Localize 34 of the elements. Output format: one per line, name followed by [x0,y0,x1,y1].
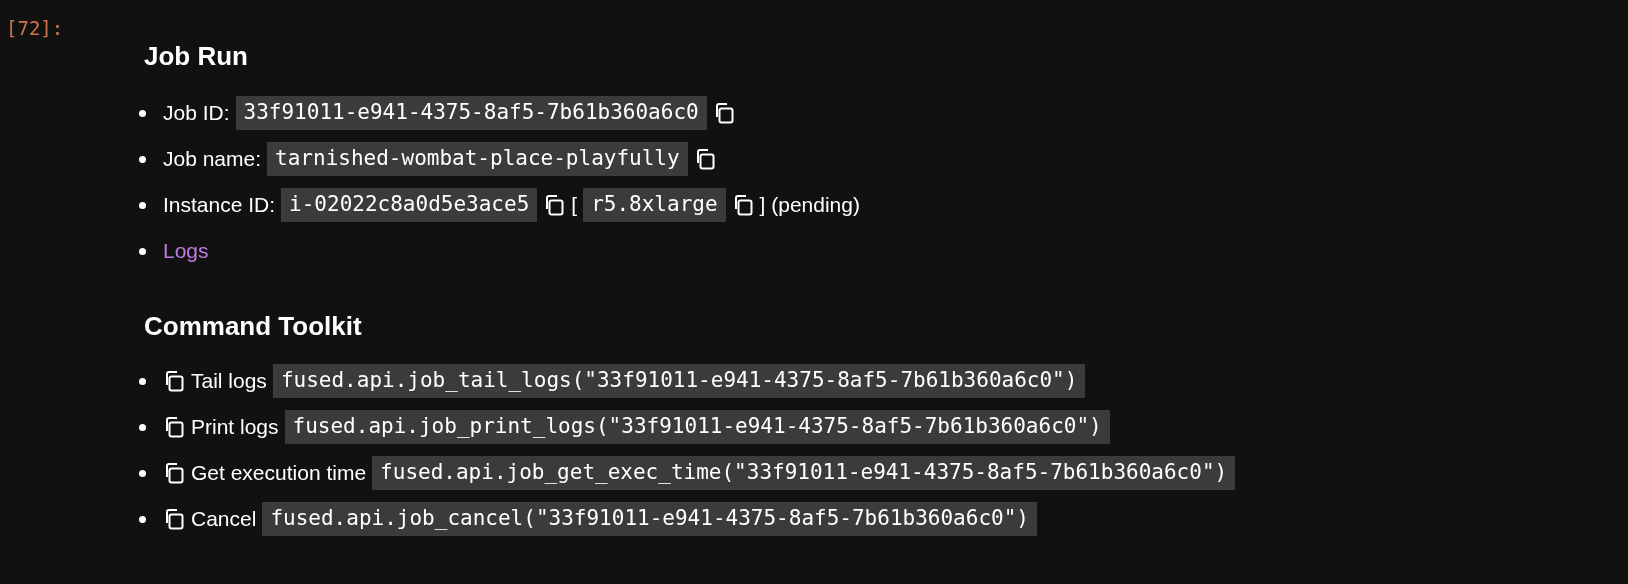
code-snippet: fused.api.job_cancel("33f91011-e941-4375-8af5-7b61b360a6c0") [262,502,1037,536]
bullet-icon [139,469,146,477]
code-snippet: 33f91011-e941-4375-8af5-7b61b360a6c0 [235,96,707,130]
bullet-icon [139,247,146,255]
bullet-icon [139,109,146,117]
command-label: Tail logs [191,368,267,395]
bullet-icon [139,515,146,523]
command-label: Cancel [191,506,257,533]
logs-link[interactable]: Logs [163,235,209,267]
section-title: Command Toolkit [144,310,363,343]
label-text: ] (pending) [759,192,860,219]
bullet-icon [139,377,146,385]
bullet-icon [139,155,146,163]
command-label: Get execution time [191,460,367,487]
cell-prompt: [72]: [6,17,64,39]
copy-icon[interactable] [163,462,185,484]
command-label: Print logs [191,414,279,441]
copy-icon[interactable] [163,508,185,530]
code-snippet: r5.8xlarge [583,188,726,222]
label-text: Instance ID: [163,192,276,219]
code-snippet: fused.api.job_print_logs("33f91011-e941-4375-8af5-7b61b360a6c0") [284,410,1110,444]
label-text: [ [571,192,578,219]
copy-icon[interactable] [543,194,566,216]
copy-icon[interactable] [163,370,185,392]
code-snippet: fused.api.job_tail_logs("33f91011-e941-4375-8af5-7b61b360a6c0") [272,364,1086,398]
copy-icon[interactable] [163,416,185,438]
bullet-icon [139,423,146,431]
code-snippet: tarnished-wombat-place-playfully [267,142,688,176]
section-title: Job Run [144,40,249,73]
label-text: Job name: [163,146,262,173]
bullet-icon [139,201,146,209]
code-snippet: i-02022c8a0d5e3ace5 [281,188,538,222]
label-text: Job ID: [163,100,230,127]
code-snippet: fused.api.job_get_exec_time("33f91011-e941-4375-8af5-7b61b360a6c0") [372,456,1236,490]
